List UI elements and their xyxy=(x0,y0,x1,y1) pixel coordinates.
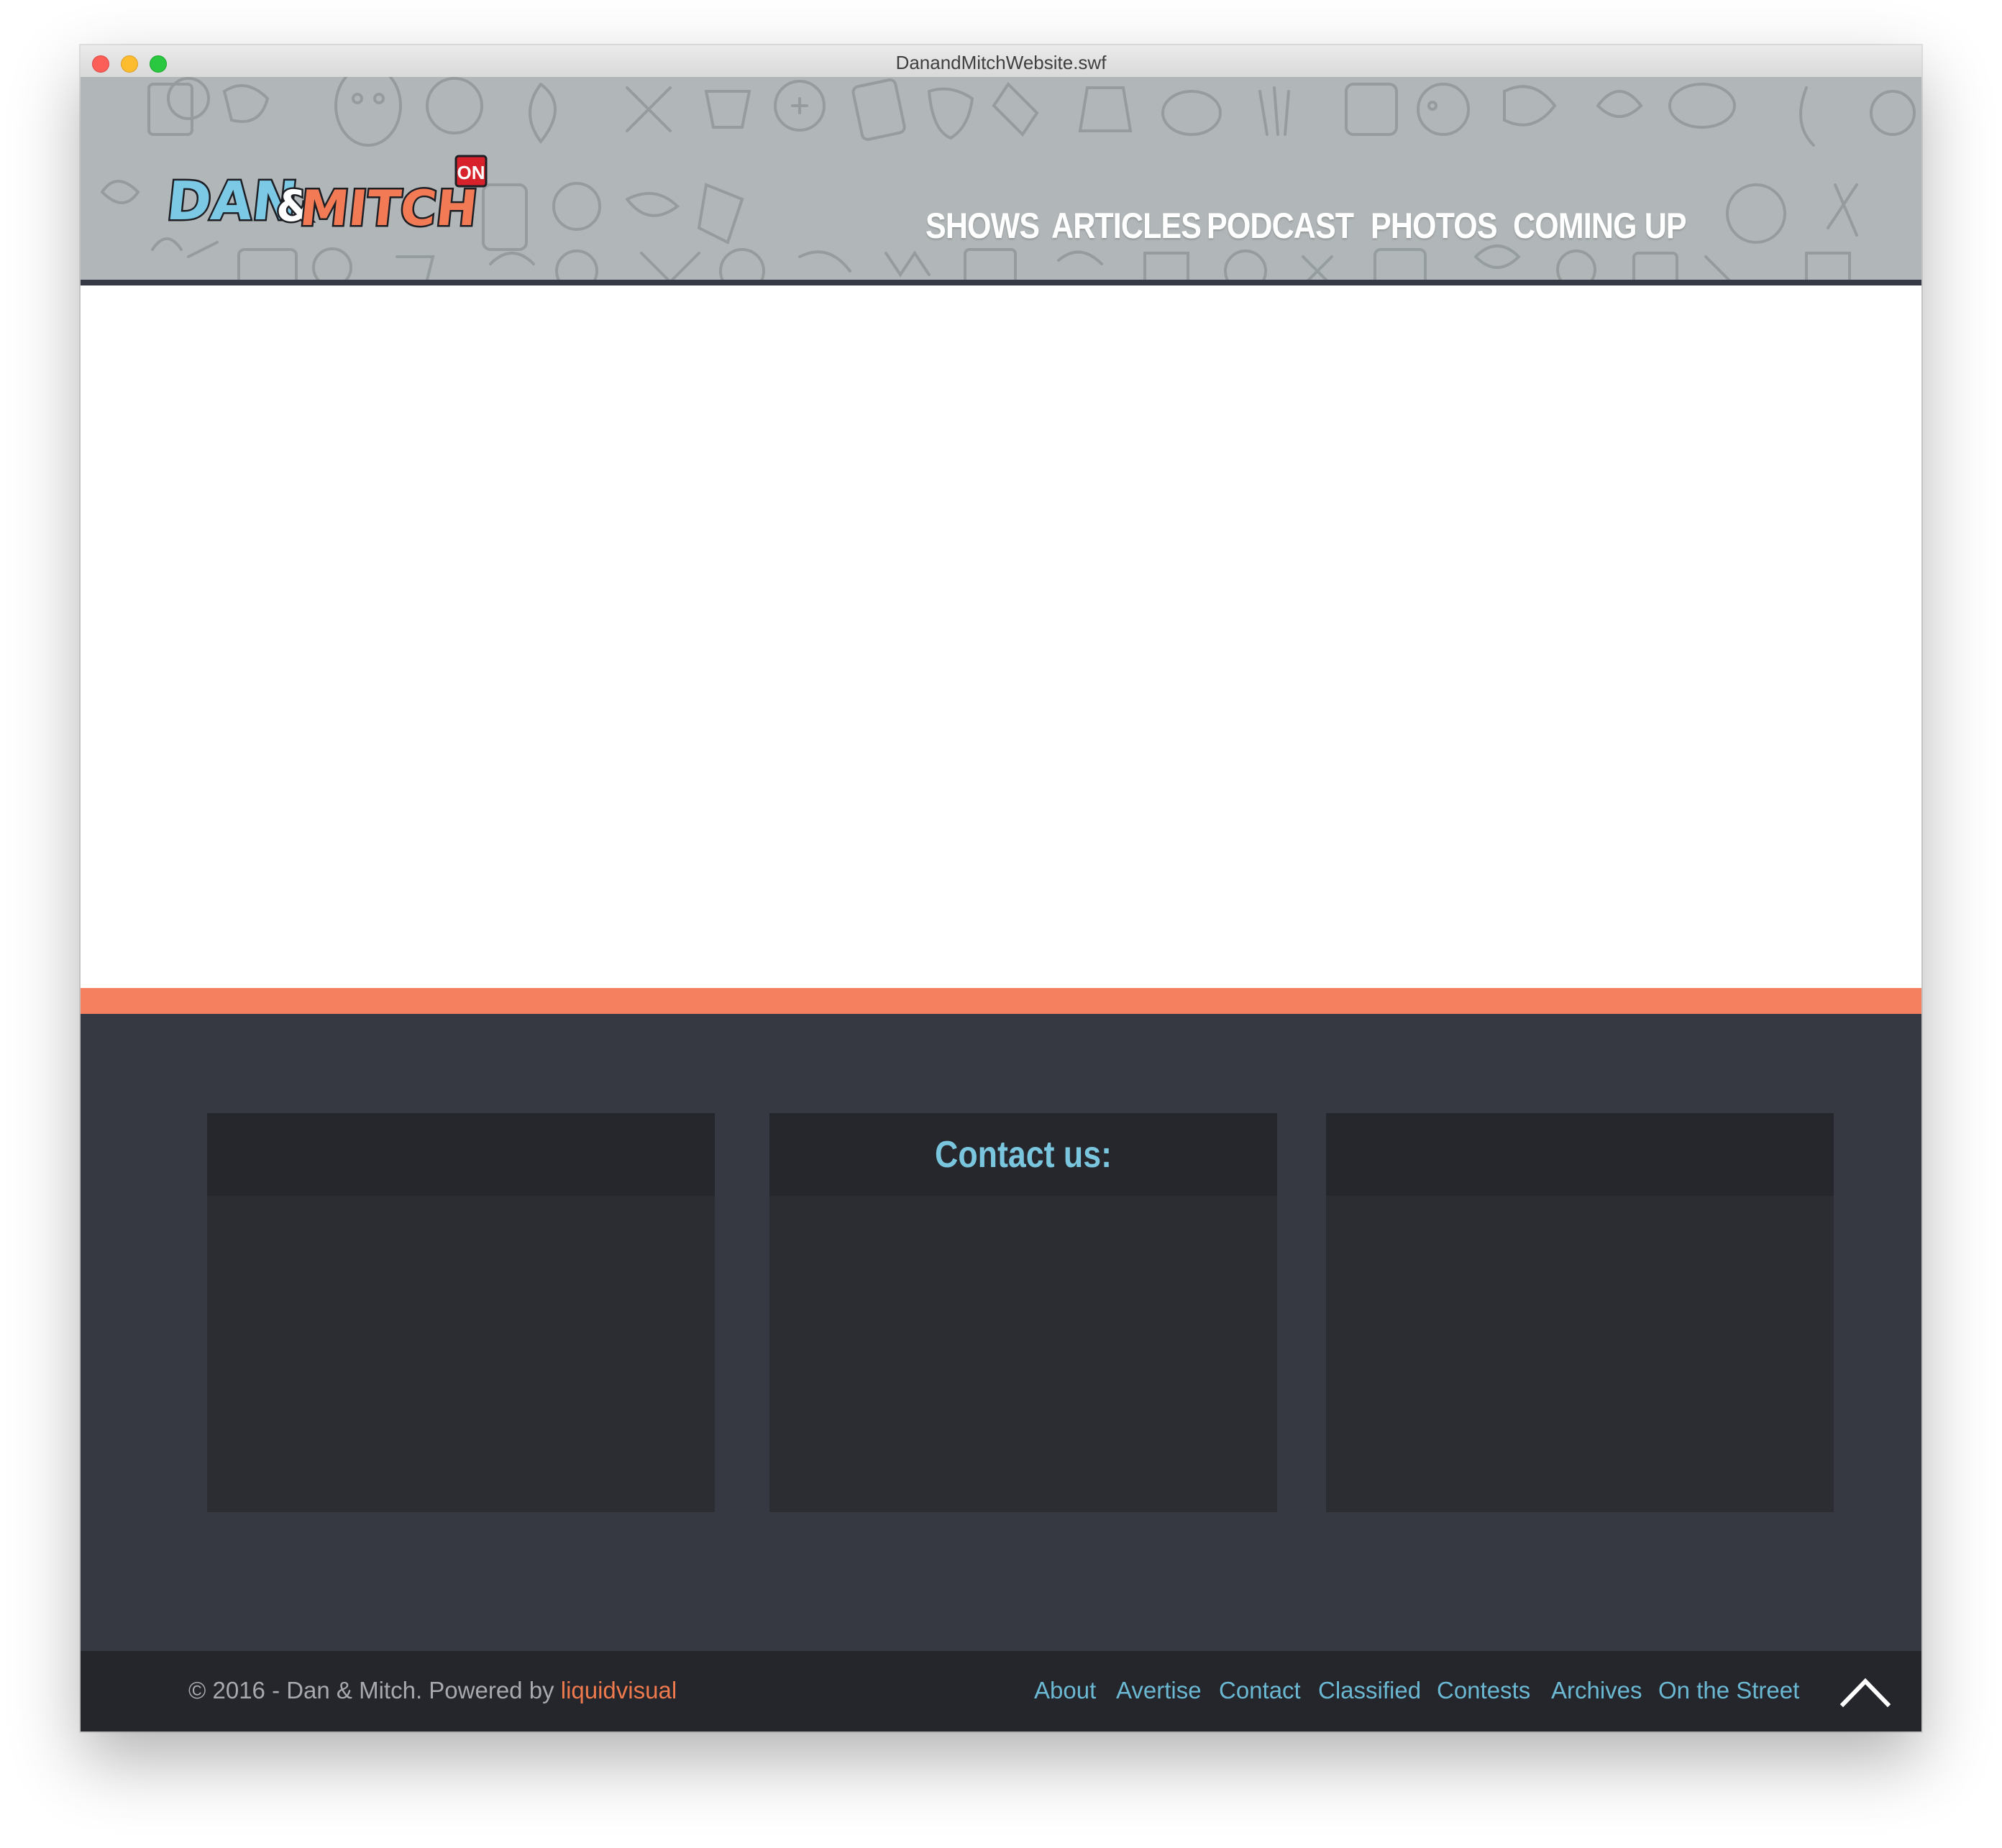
footer-link-avertise[interactable]: Avertise xyxy=(1116,1677,1202,1704)
footer-accent-bar xyxy=(81,988,1921,1014)
chevron-up-icon[interactable] xyxy=(1839,1673,1892,1709)
panel-header: Contact us: xyxy=(769,1113,1277,1196)
footer-panel-right xyxy=(1326,1113,1834,1512)
site-header: DAN & MITCH ON SHOWS ARTICLES PODCAST PH… xyxy=(81,77,1921,280)
copyright-text: © 2016 - Dan & Mitch. Powered by liquidv… xyxy=(188,1677,677,1704)
footer-panel-contact: Contact us: xyxy=(769,1113,1277,1512)
window-title: DanandMitchWebsite.swf xyxy=(895,52,1107,73)
main-content-area xyxy=(81,285,1921,992)
footer-link-classified[interactable]: Classified xyxy=(1318,1677,1421,1704)
footer-link-contact[interactable]: Contact xyxy=(1219,1677,1301,1704)
contact-us-heading: Contact us: xyxy=(935,1134,1112,1176)
nav-podcast[interactable]: PODCAST xyxy=(1207,205,1354,247)
panel-header xyxy=(1326,1113,1834,1196)
liquidvisual-link[interactable]: liquidvisual xyxy=(561,1677,677,1703)
dan-and-mitch-logo[interactable]: DAN & MITCH ON xyxy=(168,150,492,237)
copyright-prefix: © 2016 - Dan & Mitch. Powered by xyxy=(188,1677,561,1703)
header-divider xyxy=(81,280,1921,285)
bottom-bar: © 2016 - Dan & Mitch. Powered by liquidv… xyxy=(81,1651,1921,1732)
nav-articles[interactable]: ARTICLES xyxy=(1051,205,1202,247)
footer-panel-left xyxy=(207,1113,715,1512)
svg-text:ON: ON xyxy=(457,162,485,183)
footer-link-about[interactable]: About xyxy=(1034,1677,1096,1704)
nav-coming-up[interactable]: COMING UP xyxy=(1513,205,1687,247)
footer-link-contests[interactable]: Contests xyxy=(1437,1677,1530,1704)
svg-text:MITCH: MITCH xyxy=(297,180,480,237)
nav-shows[interactable]: SHOWS xyxy=(925,205,1040,247)
footer-link-on-the-street[interactable]: On the Street xyxy=(1658,1677,1799,1704)
nav-photos[interactable]: PHOTOS xyxy=(1371,205,1498,247)
footer-link-archives[interactable]: Archives xyxy=(1551,1677,1642,1704)
panel-header xyxy=(207,1113,715,1196)
window-titlebar: DanandMitchWebsite.swf xyxy=(81,45,1921,78)
app-window: DanandMitchWebsite.swf DAN & MITCH ON SH… xyxy=(81,45,1921,1732)
